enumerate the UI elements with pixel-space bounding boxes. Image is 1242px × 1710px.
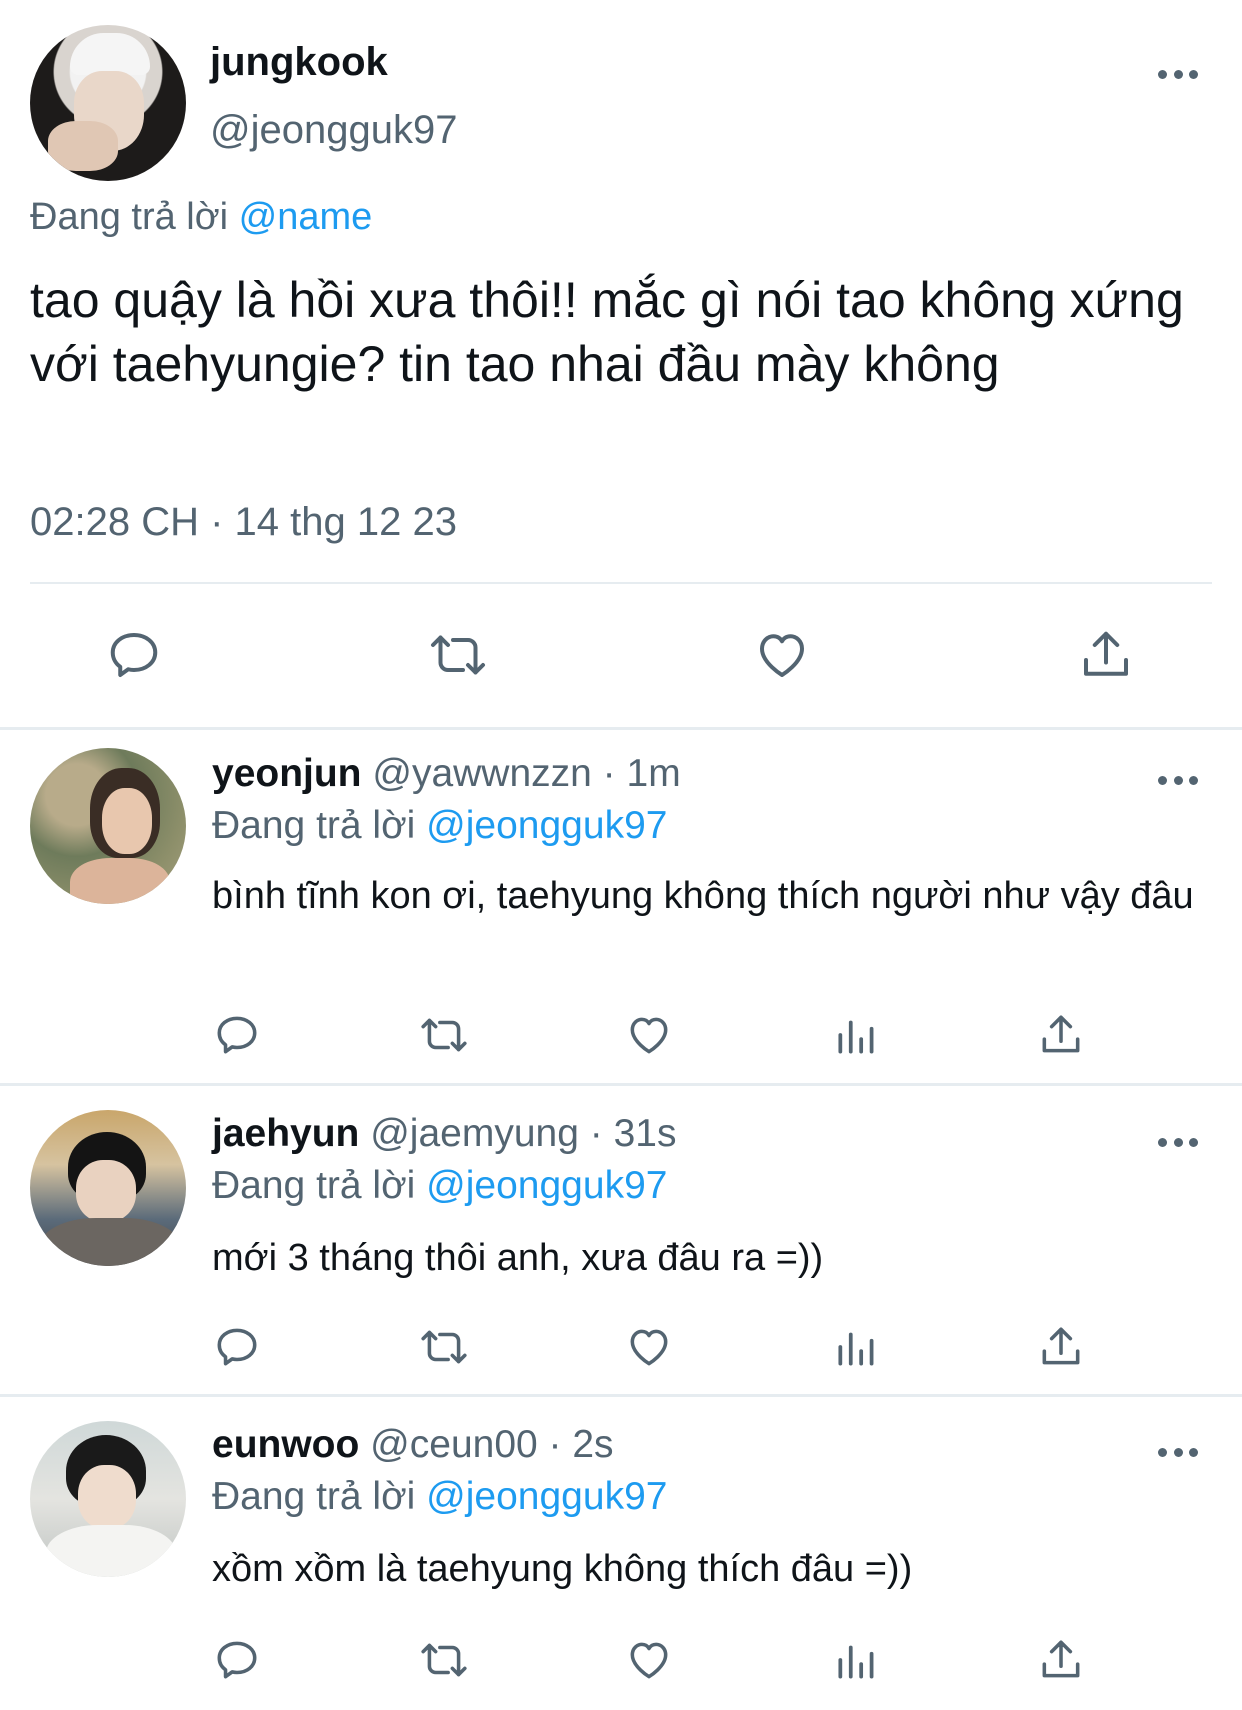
avatar[interactable]: [30, 1421, 186, 1577]
reply-text: xồm xồm là taehyung không thích đâu =)): [212, 1548, 913, 1590]
more-options-icon[interactable]: [1158, 1446, 1198, 1458]
reply-author-handle[interactable]: @yawwnzzn · 1m: [372, 752, 680, 795]
replying-prefix: Đang trả lời: [212, 1475, 416, 1518]
reply-header: eunwoo @ceun00 · 2s: [212, 1423, 614, 1467]
more-options-icon[interactable]: [1158, 774, 1198, 786]
reply-author-name[interactable]: jaehyun: [212, 1112, 359, 1155]
replying-to-mention[interactable]: @jeongguk97: [426, 804, 667, 847]
replying-to-mention[interactable]: @jeongguk97: [426, 1475, 667, 1518]
divider: [30, 582, 1212, 584]
reply-tweet[interactable]: eunwoo @ceun00 · 2s Đang trả lời @jeongg…: [0, 1397, 1242, 1710]
retweet-icon[interactable]: [416, 1322, 472, 1372]
replying-prefix: Đang trả lời: [212, 804, 416, 847]
like-icon[interactable]: [624, 1635, 674, 1685]
shirt-shape: [46, 1525, 176, 1577]
share-icon[interactable]: [1036, 1010, 1086, 1060]
jacket-shape: [40, 1218, 180, 1266]
retweet-icon[interactable]: [416, 1010, 472, 1060]
tweet-text: tao quậy là hồi xưa thôi!! mắc gì nói ta…: [30, 272, 1184, 392]
reply-author-handle[interactable]: @ceun00 · 2s: [370, 1423, 613, 1466]
main-tweet: jungkook @jeongguk97 Đang trả lời @name …: [0, 0, 1242, 728]
hand-shape: [48, 121, 118, 171]
replying-to-mention[interactable]: @name: [239, 196, 373, 238]
face-shape: [102, 788, 152, 854]
reply-icon[interactable]: [212, 1635, 262, 1685]
replying-to: Đang trả lời @jeongguk97: [212, 1164, 667, 1208]
replying-to: Đang trả lời @jeongguk97: [212, 804, 667, 848]
reply-icon[interactable]: [212, 1010, 262, 1060]
replying-to-mention[interactable]: @jeongguk97: [426, 1164, 667, 1207]
reply-text: mới 3 tháng thôi anh, xưa đâu ra =)): [212, 1237, 824, 1279]
retweet-icon[interactable]: [424, 625, 492, 685]
like-icon[interactable]: [624, 1010, 674, 1060]
reply-header: jaehyun @jaemyung · 31s: [212, 1112, 676, 1156]
like-icon[interactable]: [752, 625, 812, 685]
author-name[interactable]: jungkook: [210, 40, 388, 85]
reply-author-handle[interactable]: @jaemyung · 31s: [370, 1112, 676, 1155]
avatar[interactable]: [30, 25, 186, 181]
share-icon[interactable]: [1036, 1322, 1086, 1372]
face-shape: [76, 1160, 136, 1222]
reply-icon[interactable]: [212, 1322, 262, 1372]
like-icon[interactable]: [624, 1322, 674, 1372]
reply-icon[interactable]: [104, 625, 164, 685]
author-handle[interactable]: @jeongguk97: [210, 108, 457, 153]
tweet-thread-page: jungkook @jeongguk97 Đang trả lời @name …: [0, 0, 1242, 1710]
reply-text: bình tĩnh kon ơi, taehyung không thích n…: [212, 875, 1194, 917]
views-icon[interactable]: [832, 1010, 882, 1060]
more-options-icon[interactable]: [1158, 68, 1198, 80]
replying-to: Đang trả lời @jeongguk97: [212, 1475, 667, 1519]
replying-prefix: Đang trả lời: [212, 1164, 416, 1207]
avatar[interactable]: [30, 1110, 186, 1266]
share-icon[interactable]: [1076, 625, 1136, 685]
shoulder-shape: [70, 858, 170, 904]
face-shape: [78, 1465, 136, 1529]
avatar[interactable]: [30, 748, 186, 904]
reply-tweet[interactable]: yeonjun @yawwnzzn · 1m Đang trả lời @jeo…: [0, 730, 1242, 1083]
reply-author-name[interactable]: yeonjun: [212, 752, 362, 795]
views-icon[interactable]: [832, 1322, 882, 1372]
views-icon[interactable]: [832, 1635, 882, 1685]
reply-tweet[interactable]: jaehyun @jaemyung · 31s Đang trả lời @je…: [0, 1086, 1242, 1394]
reply-author-name[interactable]: eunwoo: [212, 1423, 359, 1466]
tweet-timestamp[interactable]: 02:28 CH · 14 thg 12 23: [30, 500, 457, 545]
share-icon[interactable]: [1036, 1635, 1086, 1685]
cap-shape: [70, 33, 150, 75]
replying-prefix: Đang trả lời: [30, 196, 229, 238]
reply-header: yeonjun @yawwnzzn · 1m: [212, 752, 681, 796]
retweet-icon[interactable]: [416, 1635, 472, 1685]
replying-to: Đang trả lời @name: [30, 196, 372, 239]
more-options-icon[interactable]: [1158, 1136, 1198, 1148]
